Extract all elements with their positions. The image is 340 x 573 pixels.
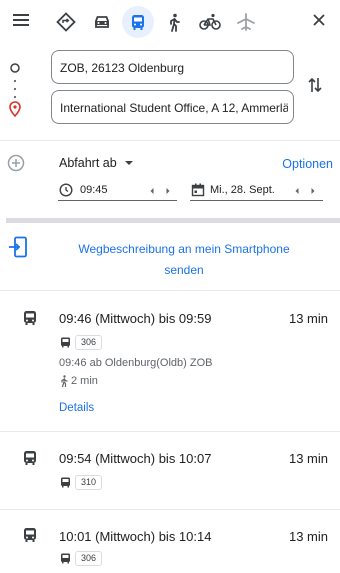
send-line-1: Wegbeschreibung an mein Smartphone [78,242,290,256]
car-icon [95,16,109,28]
origin-value: ZOB, 26123 Oldenburg [60,61,185,75]
close-button[interactable] [312,13,326,27]
origin-circle-icon [10,63,20,73]
date-field[interactable]: Mi., 28. Sept. [190,182,323,201]
trip-option[interactable]: 09:54 (Mittwoch) bis 10:07 13 min 310 [0,432,340,509]
bike-icon [199,13,221,30]
options-link[interactable]: Optionen [282,157,333,171]
destination-value: International Student Office, A 12, Amme… [60,101,288,115]
mode-flight-button[interactable] [230,6,262,38]
clock-icon [59,183,73,197]
date-next-icon[interactable] [310,187,316,195]
destination-input[interactable]: International Student Office, A 12, Amme… [51,90,294,124]
date-prev-icon[interactable] [294,187,300,195]
mode-bike-button[interactable] [194,6,226,38]
calendar-icon [191,183,205,197]
time-prev-icon[interactable] [149,187,155,195]
trip-time-range: 09:46 (Mittwoch) bis 09:59 [59,311,212,326]
transit-icon [24,528,36,542]
add-destination-button[interactable] [7,154,25,172]
send-to-phone-link[interactable]: Wegbeschreibung an mein Smartphone sende… [59,239,309,281]
menu-button[interactable] [12,12,30,28]
close-icon [313,14,325,26]
bus-icon [61,477,70,488]
mode-transit-button[interactable] [122,6,154,38]
mode-walk-button[interactable] [158,6,190,38]
destination-marker [8,101,22,117]
transit-icon [24,311,36,325]
swap-icon [308,77,322,93]
depart-type-label: Abfahrt ab [59,156,117,170]
mode-car-button[interactable] [86,6,118,38]
transit-icon [24,451,36,465]
add-circle-icon [7,154,25,172]
time-field[interactable]: 09:45 [58,182,177,201]
trip-duration: 13 min [288,529,328,544]
date-value: Mi., 28. Sept. [210,184,275,196]
bus-line-badge: 310 [75,475,103,490]
trip-duration: 13 min [288,311,328,326]
menu-icon [13,14,29,26]
send-to-phone-icon [9,236,27,258]
origin-input[interactable]: ZOB, 26123 Oldenburg [51,50,294,84]
details-link[interactable]: Details [59,402,94,414]
walk-icon [61,375,68,387]
walk-duration: 2 min [71,375,98,387]
depart-type-dropdown[interactable]: Abfahrt ab [59,156,136,170]
trip-time-range: 10:01 (Mittwoch) bis 10:14 [59,529,212,544]
best-mode-icon [56,12,76,32]
walk-icon [170,13,180,32]
bus-icon [61,553,70,564]
bus-icon [61,337,70,348]
swap-button[interactable] [307,75,323,95]
trip-time-range: 09:54 (Mittwoch) bis 10:07 [59,451,212,466]
time-value: 09:45 [80,184,108,196]
send-line-2: senden [164,263,204,277]
section-divider [6,218,340,223]
departure-info: 09:46 ab Oldenburg(Oldb) ZOB [59,357,213,369]
trip-option[interactable]: 09:46 (Mittwoch) bis 09:59 13 min 306 09… [0,291,340,431]
origin-marker [9,62,21,74]
send-to-phone-icon-wrap[interactable] [8,236,28,258]
location-pin-icon [9,101,21,117]
flight-icon [237,13,255,31]
trip-duration: 13 min [288,451,328,466]
bus-line-badge: 306 [75,551,103,566]
trip-option[interactable]: 10:01 (Mittwoch) bis 10:14 13 min 306 [0,510,340,573]
bus-line-badge: 306 [75,335,103,350]
route-dots [13,78,17,100]
time-next-icon[interactable] [165,187,171,195]
dropdown-arrow-icon [124,161,133,165]
mode-best-button[interactable] [50,6,82,38]
transit-icon [132,15,144,30]
